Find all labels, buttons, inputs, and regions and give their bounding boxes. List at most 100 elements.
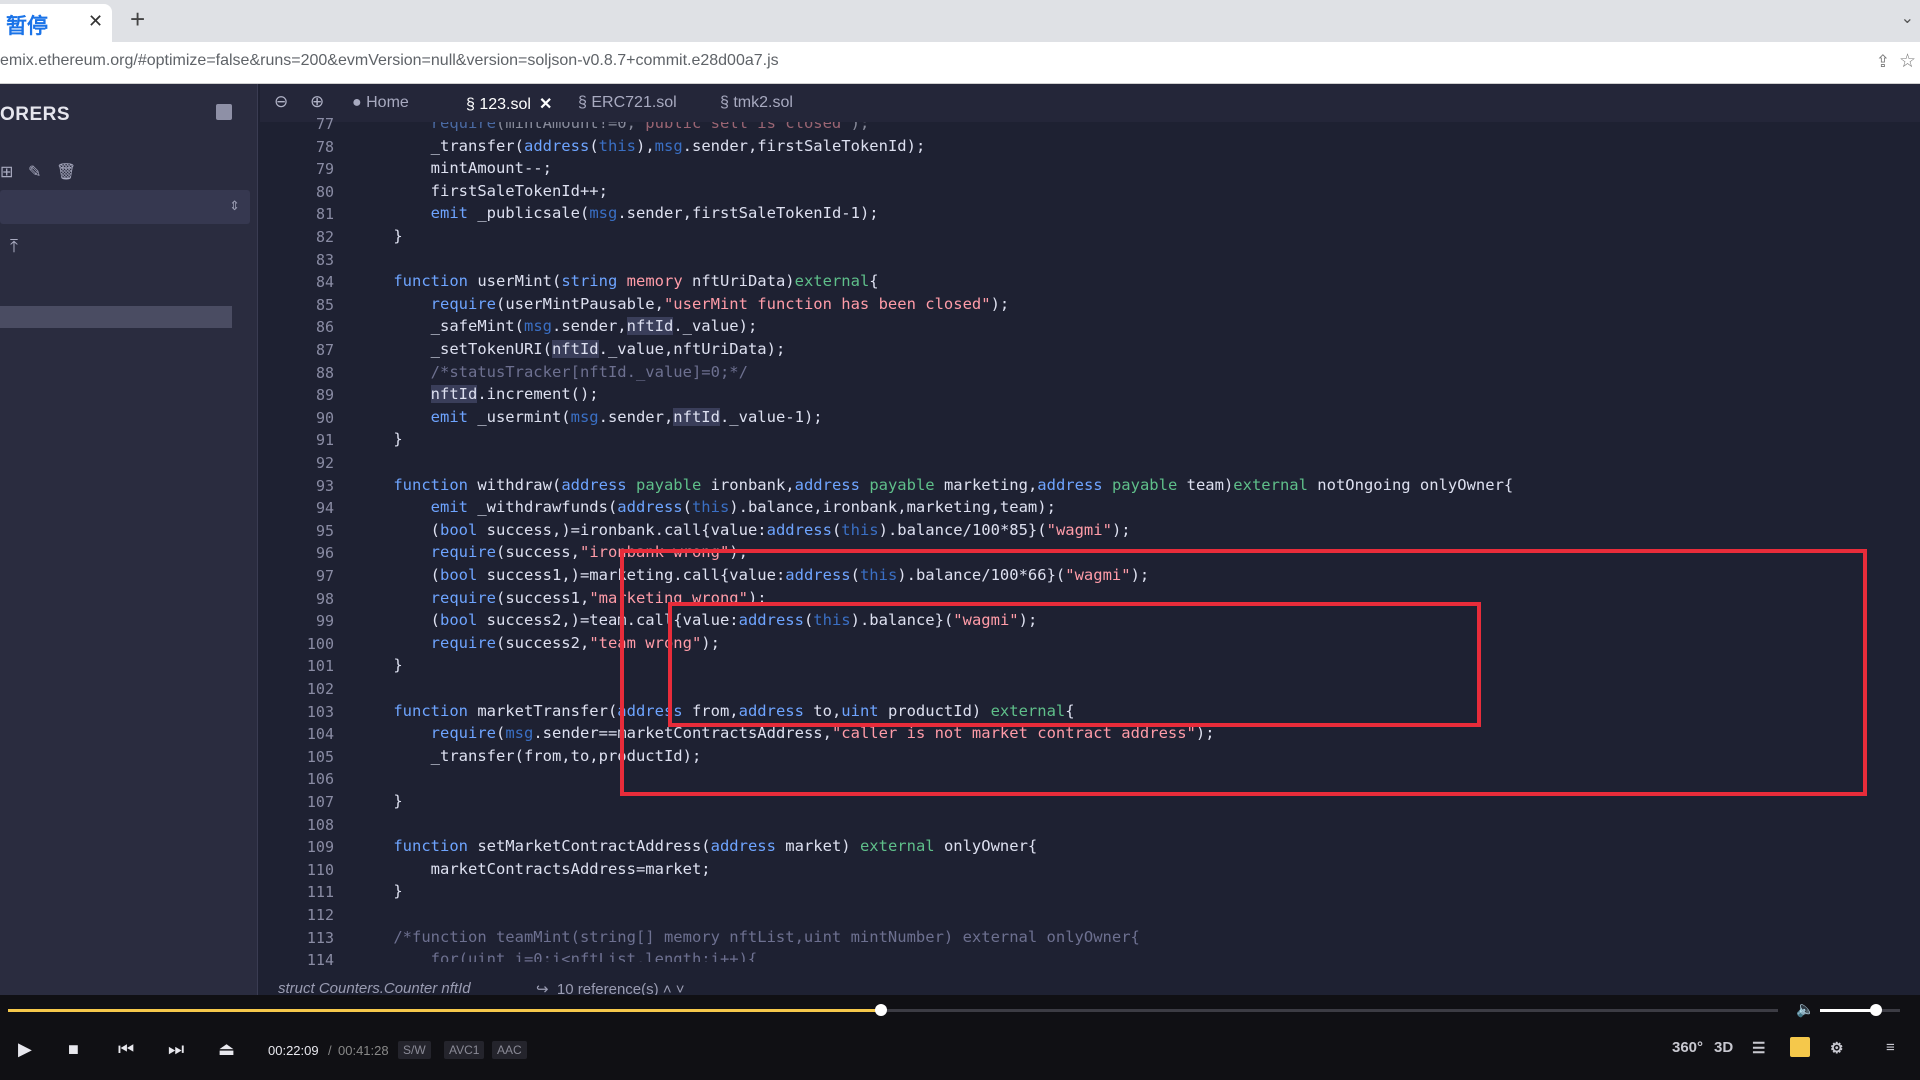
chevron-down-icon[interactable]: ⌄ bbox=[1901, 8, 1914, 28]
code-line[interactable]: _safeMint(msg.sender,nftId._value); bbox=[356, 315, 757, 338]
line-number: 77 bbox=[315, 115, 334, 133]
code-line[interactable]: require(mintAmount!=0,"public sell is cl… bbox=[356, 122, 870, 135]
previous-icon[interactable]: ⏮ bbox=[118, 1039, 134, 1060]
rename-workspace-icon[interactable]: ✎ bbox=[28, 162, 46, 181]
code-line[interactable]: emit _withdrawfunds(address(this).balanc… bbox=[356, 496, 1056, 519]
line-number: 88 bbox=[315, 363, 334, 382]
close-tab-icon[interactable]: ✕ bbox=[88, 11, 103, 32]
line-number: 102 bbox=[306, 680, 334, 698]
code-line[interactable]: require(userMintPausable,"userMint funct… bbox=[356, 293, 1010, 316]
line-number: 82 bbox=[315, 228, 334, 246]
code-line[interactable]: } bbox=[356, 428, 402, 451]
line-number: 110 bbox=[306, 860, 334, 879]
code-line[interactable]: marketContractsAddress=market; bbox=[356, 858, 711, 881]
tab-label: ERC721.sol bbox=[591, 94, 677, 111]
next-icon[interactable]: ⏭ bbox=[168, 1039, 184, 1060]
zoom-in-icon[interactable]: ⊕ bbox=[310, 92, 324, 112]
seek-bar[interactable] bbox=[8, 1004, 1778, 1016]
share-icon[interactable]: ⇪ bbox=[1876, 52, 1890, 72]
code-line[interactable]: mintAmount--; bbox=[356, 157, 552, 180]
3d-button[interactable]: 3D bbox=[1714, 1039, 1733, 1056]
panel-title: ORERS bbox=[0, 104, 71, 125]
badge-video-codec: AVC1 bbox=[444, 1041, 485, 1059]
menu-icon[interactable]: ≡ bbox=[1886, 1039, 1895, 1056]
line-number: 95 bbox=[315, 521, 334, 540]
volume-icon[interactable]: 🔈 bbox=[1796, 1000, 1815, 1018]
line-number: 97 bbox=[315, 567, 334, 585]
collapse-panel-icon[interactable] bbox=[216, 104, 232, 120]
code-line[interactable]: } bbox=[356, 225, 402, 248]
annotation-box-call-statements bbox=[668, 602, 1481, 727]
volume-handle[interactable] bbox=[1870, 1004, 1882, 1016]
code-line[interactable]: } bbox=[356, 654, 402, 677]
delete-workspace-icon[interactable]: 🗑 bbox=[56, 162, 76, 181]
vr-360-button[interactable]: 360° bbox=[1672, 1039, 1703, 1056]
tab-123-sol[interactable]: § 123.sol ✕ bbox=[466, 94, 552, 114]
line-number: 91 bbox=[315, 431, 334, 450]
code-area[interactable]: require(mintAmount!=0,"public sell is cl… bbox=[356, 122, 1916, 962]
badge-sw[interactable]: S/W bbox=[398, 1041, 431, 1059]
workspace-select[interactable]: ⇕ bbox=[0, 190, 250, 224]
code-line[interactable]: nftId.increment(); bbox=[356, 383, 599, 406]
playlist-search-icon[interactable]: ☰ bbox=[1752, 1039, 1765, 1057]
code-line[interactable]: function withdraw(address payable ironba… bbox=[356, 474, 1513, 497]
total-time: 00:41:28 bbox=[338, 1043, 389, 1058]
line-number: 96 bbox=[315, 544, 334, 563]
line-number: 87 bbox=[315, 341, 334, 359]
volume-slider[interactable] bbox=[1820, 1004, 1900, 1016]
code-line[interactable]: } bbox=[356, 880, 402, 903]
code-line[interactable]: function userMint(string memory nftUriDa… bbox=[356, 270, 878, 293]
file-icon: § bbox=[578, 94, 587, 111]
code-line[interactable]: } bbox=[356, 790, 402, 813]
code-line[interactable]: (bool success,)=ironbank.call{value:addr… bbox=[356, 519, 1131, 542]
browser-tab-active[interactable]: 暂停 ✕ bbox=[0, 4, 112, 42]
badge-audio-codec: AAC bbox=[492, 1041, 527, 1059]
browser-tab-title: 暂停 bbox=[6, 15, 48, 38]
code-line[interactable]: /*function teamMint(string[] memory nftL… bbox=[356, 926, 1140, 949]
code-line[interactable]: _setTokenURI(nftId._value,nftUriData); bbox=[356, 338, 785, 361]
code-editor: ⊖ ⊕ ● Home § 123.sol ✕ § ERC721.sol § tmk… bbox=[260, 84, 1920, 995]
code-line[interactable]: function setMarketContractAddress(addres… bbox=[356, 835, 1037, 858]
stop-icon[interactable]: ■ bbox=[68, 1039, 79, 1060]
line-number: 111 bbox=[306, 883, 334, 902]
code-line[interactable]: for(uint i=0;i<nftList.length;i++){ bbox=[356, 948, 758, 962]
line-number: 86 bbox=[315, 318, 334, 337]
tab-label: Home bbox=[366, 94, 409, 111]
code-line[interactable]: firstSaleTokenId++; bbox=[356, 180, 608, 203]
add-workspace-icon[interactable]: ⊞ bbox=[0, 162, 18, 181]
code-line[interactable]: /*statusTracker[nftId._value]=0;*/ bbox=[356, 361, 748, 384]
tab-erc721-sol[interactable]: § ERC721.sol bbox=[578, 94, 677, 112]
subtitle-icon[interactable] bbox=[1790, 1037, 1810, 1057]
line-number: 104 bbox=[306, 725, 334, 744]
video-player-bar: 🔈 ▶ ■ ⏮ ⏭ ⏏ 00:22:09 / 00:41:28 S/W AVC1… bbox=[0, 995, 1920, 1080]
line-number-gutter: 77 78 79 80 81 82 83 84 85 86 87 88 89 90 91 92 93 94 95 96… bbox=[260, 115, 352, 969]
upload-icon[interactable]: ⤒ bbox=[10, 236, 18, 257]
line-number: 79 bbox=[315, 160, 334, 179]
line-number: 105 bbox=[306, 747, 334, 766]
volume-level bbox=[1820, 1009, 1876, 1012]
code-line[interactable]: emit _usermint(msg.sender,nftId._value-1… bbox=[356, 406, 823, 429]
time-separator: / bbox=[328, 1043, 332, 1058]
settings-gear-icon[interactable]: ⚙ bbox=[1830, 1039, 1843, 1057]
address-bar[interactable]: emix.ethereum.org/#optimize=false&runs=2… bbox=[0, 42, 1920, 84]
tab-home[interactable]: ● Home bbox=[352, 94, 409, 112]
current-time: 00:22:09 bbox=[268, 1043, 319, 1058]
close-tab-icon[interactable]: ✕ bbox=[539, 96, 552, 113]
zoom-out-icon[interactable]: ⊖ bbox=[274, 92, 288, 112]
line-number: 89 bbox=[315, 386, 334, 405]
code-line[interactable]: _transfer(address(this),msg.sender,first… bbox=[356, 135, 926, 158]
new-tab-button[interactable]: + bbox=[130, 4, 145, 35]
line-number: 99 bbox=[315, 612, 334, 631]
line-number: 78 bbox=[315, 137, 334, 156]
select-arrows-icon: ⇕ bbox=[229, 198, 240, 213]
selected-file-item[interactable] bbox=[0, 306, 232, 328]
play-icon[interactable]: ▶ bbox=[18, 1039, 32, 1060]
url-text[interactable]: emix.ethereum.org/#optimize=false&runs=2… bbox=[0, 52, 779, 70]
eject-icon[interactable]: ⏏ bbox=[218, 1039, 235, 1060]
tab-tmk2-sol[interactable]: § tmk2.sol bbox=[720, 94, 793, 112]
line-number: 98 bbox=[315, 589, 334, 608]
bookmark-star-icon[interactable]: ☆ bbox=[1899, 50, 1916, 73]
file-icon: § bbox=[720, 94, 729, 111]
seek-handle[interactable] bbox=[875, 1004, 888, 1016]
code-line[interactable]: emit _publicsale(msg.sender,firstSaleTok… bbox=[356, 202, 879, 225]
